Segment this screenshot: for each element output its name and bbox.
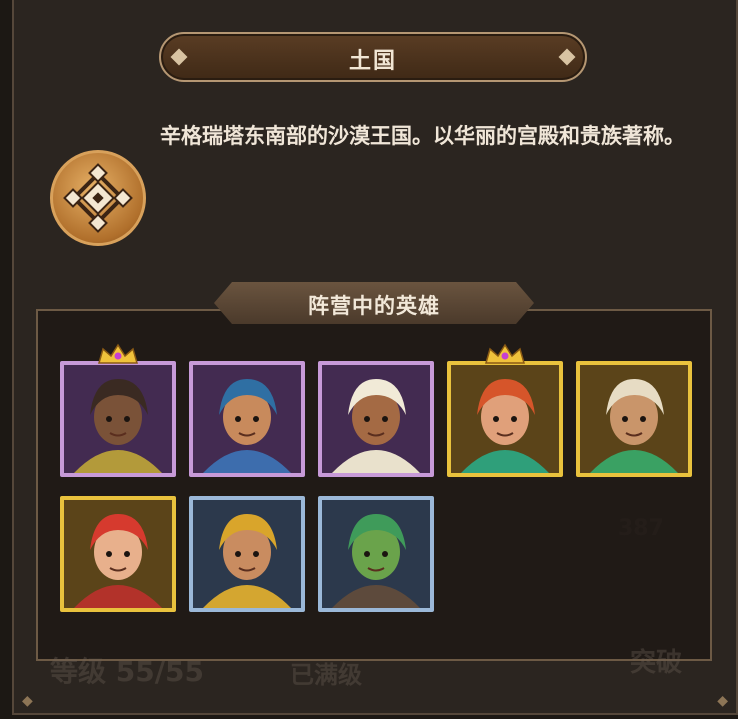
hero-card[interactable] — [318, 361, 434, 477]
faction-title: 土国 — [348, 49, 397, 74]
hero-portrait — [193, 500, 301, 608]
background-break: 突破 — [630, 648, 683, 678]
hero-portrait — [64, 500, 172, 608]
hero-portrait — [580, 365, 688, 473]
corner-ornament: ◆ — [22, 693, 33, 709]
background-level: 等级 55/55 — [50, 650, 204, 690]
background-level-value: 55/55 — [115, 655, 204, 688]
hero-portrait — [322, 365, 430, 473]
corner-ornament: ◆ — [717, 693, 728, 709]
hero-card[interactable] — [189, 496, 305, 612]
heroes-header-label: 阵营中的英雄 — [308, 294, 440, 318]
hero-card[interactable] — [60, 496, 176, 612]
hero-portrait — [193, 365, 301, 473]
hero-card[interactable] — [318, 496, 434, 612]
hero-card[interactable] — [189, 361, 305, 477]
faction-description: 辛格瑞塔东南部的沙漠王国。以华丽的宫殿和贵族著称。 — [160, 124, 685, 148]
background-maxed: 已满级 — [290, 661, 362, 689]
crown-icon — [97, 343, 139, 365]
background-level-label: 等级 — [50, 655, 107, 688]
hero-card[interactable] — [60, 361, 176, 477]
hero-portrait — [64, 365, 172, 473]
hero-portrait — [451, 365, 559, 473]
hero-card[interactable] — [447, 361, 563, 477]
hero-card[interactable] — [576, 361, 692, 477]
faction-title-bar: 土国 — [159, 32, 587, 82]
heroes-header: 阵营中的英雄 — [214, 282, 534, 324]
crown-icon — [484, 343, 526, 365]
faction-emblem-icon — [50, 150, 146, 246]
hero-portrait — [322, 500, 430, 608]
